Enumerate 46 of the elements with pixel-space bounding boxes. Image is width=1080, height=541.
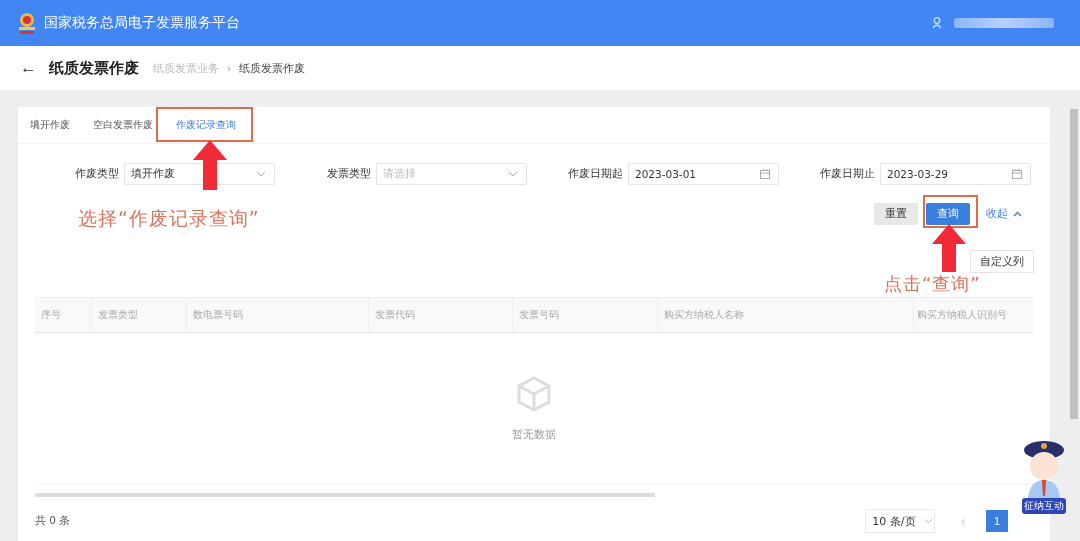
query-button[interactable]: 查询 [926,203,970,225]
tab[interactable]: 空白发票作废 [93,110,153,140]
emblem-logo-icon [16,11,38,35]
filter-label: 作废日期起 [568,167,623,181]
date-field[interactable]: 2023-03-29 [880,163,1031,185]
calendar-icon [760,169,770,179]
chevron-up-icon [1013,211,1022,217]
column-header: 发票号码 [513,298,658,332]
scrollbar-thumb[interactable] [35,493,655,497]
chevron-down-icon [256,171,266,177]
reset-button[interactable]: 重置 [874,203,918,225]
page-title: 纸质发票作废 [49,58,139,78]
breadcrumb-item: 纸质发票作废 [239,60,306,76]
page-size-select[interactable]: 10 条/页 [865,509,936,533]
highlight-frame [923,195,978,228]
total-count: 共 0 条 [35,514,71,528]
column-header: 购买方纳税人名称 [658,298,914,332]
site-title: 国家税务总局电子发票服务平台 [44,14,240,32]
column-header: 数电票号码 [187,298,369,332]
column-header: 购买方纳税人识别号 [916,308,1008,322]
back-button[interactable]: ← [16,58,41,78]
annotation-text: 点击“查询” [884,272,981,296]
empty-box-icon [516,375,552,412]
calendar-icon [1012,169,1022,179]
tab[interactable]: 作废记录查询 [176,110,236,140]
empty-message: 暂无数据 [512,427,556,442]
mascot-badge[interactable]: 征纳互动 [1022,498,1066,514]
scrollbar-thumb[interactable] [1070,109,1078,419]
filter-label: 作废类型 [75,167,119,181]
user-icon[interactable] [932,17,942,29]
chevron-down-icon [923,518,933,524]
filter-label: 作废日期止 [820,167,875,181]
annotation-text: 选择“作废记录查询” [78,206,260,231]
column-header: 发票代码 [369,298,513,332]
breadcrumb-separator: › [227,61,232,75]
tab[interactable]: 填开作废 [30,110,70,140]
column-header: 发票类型 [92,298,187,332]
collapse-link[interactable]: 收起 [986,207,1022,221]
up-arrow [932,224,966,272]
page-button[interactable]: 1 [986,510,1008,532]
date-field[interactable]: 2023-03-01 [628,163,779,185]
filter-label: 发票类型 [327,167,371,181]
column-header: 序号 [35,298,92,332]
up-arrow [193,140,227,190]
chevron-down-icon [508,171,518,177]
custom-columns-button[interactable]: 自定义列 [970,250,1034,273]
